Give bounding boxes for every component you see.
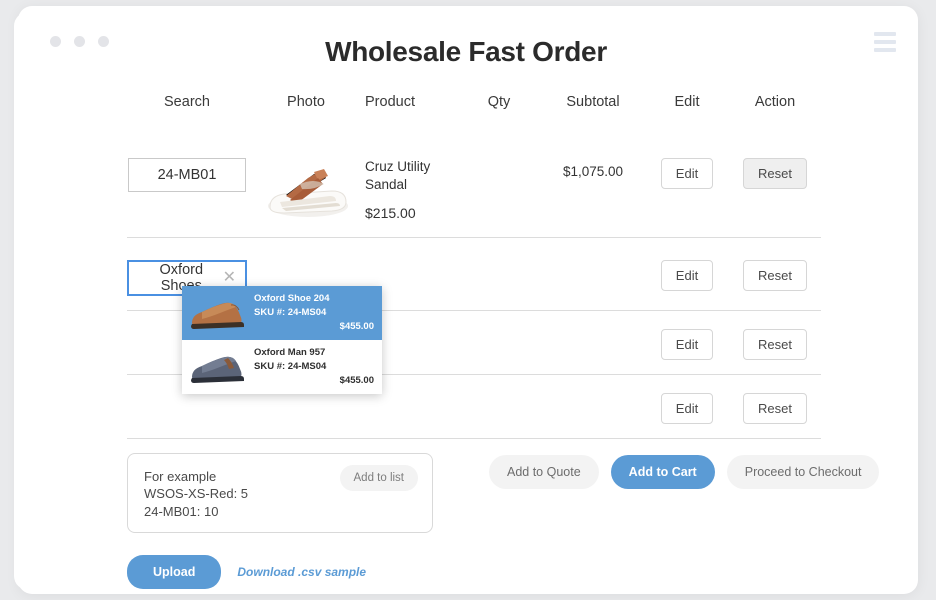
edit-cell: Edit xyxy=(645,393,729,424)
add-to-quote-button[interactable]: Add to Quote xyxy=(489,455,599,489)
product-info-cell: Cruz Utility Sandal $215.00 xyxy=(365,158,457,221)
column-header-search: Search xyxy=(164,94,210,110)
autocomplete-dropdown[interactable]: Oxford Shoe 204 SKU #: 24-MS04 $455.00 O… xyxy=(182,286,382,394)
action-cell: Reset xyxy=(729,393,821,424)
product-photo xyxy=(247,158,365,225)
column-header-product: Product xyxy=(365,94,415,110)
cart-actions: Add to Quote Add to Cart Proceed to Chec… xyxy=(489,455,880,489)
row-search-cell: 24-MB01 xyxy=(127,158,247,192)
edit-button[interactable]: Edit xyxy=(660,393,714,424)
edit-button[interactable]: Edit xyxy=(660,158,714,189)
edit-button[interactable]: Edit xyxy=(660,329,714,360)
option-info: Oxford Man 957 SKU #: 24-MS04 $455.00 xyxy=(250,347,374,386)
edit-cell: Edit xyxy=(645,260,729,291)
download-csv-sample-link[interactable]: Download .csv sample xyxy=(237,565,366,579)
table-row: 24-MB01 Cruz Utility Sandal $215.00 $1,0… xyxy=(127,138,821,238)
bulk-entry-box[interactable]: For example WSOS-XS-Red: 5 24-MB01: 10 A… xyxy=(127,453,433,533)
product-name: Cruz Utility Sandal xyxy=(365,159,431,193)
option-price: $455.00 xyxy=(339,321,374,333)
row-subtotal xyxy=(541,260,645,266)
edit-cell: Edit xyxy=(645,158,729,189)
row-subtotal xyxy=(541,329,645,335)
search-input-value: 24-MB01 xyxy=(157,167,217,183)
app-page: Wholesale Fast Order Search Photo Produc… xyxy=(0,0,936,600)
search-input[interactable]: 24-MB01 xyxy=(128,158,246,192)
option-name: Oxford Shoe 204 xyxy=(254,293,330,304)
action-cell: Reset xyxy=(729,329,821,360)
sandal-photo-icon xyxy=(268,169,348,217)
option-thumbnail xyxy=(188,347,250,387)
option-name: Oxford Man 957 xyxy=(254,347,326,358)
reset-button[interactable]: Reset xyxy=(743,329,807,360)
column-header-qty: Qty xyxy=(487,94,511,110)
autocomplete-option[interactable]: Oxford Shoe 204 SKU #: 24-MS04 $455.00 xyxy=(182,286,382,340)
upload-row: Upload Download .csv sample xyxy=(127,555,366,589)
option-sku: SKU #: 24-MS04 xyxy=(254,306,327,318)
brown-oxford-shoe-icon xyxy=(191,302,244,329)
option-info: Oxford Shoe 204 SKU #: 24-MS04 $455.00 xyxy=(250,293,374,332)
proceed-to-checkout-button[interactable]: Proceed to Checkout xyxy=(726,455,880,489)
fast-order-table: Search Photo Product Qty Subtotal Edit A… xyxy=(127,94,821,439)
row-subtotal xyxy=(541,393,645,399)
edit-button[interactable]: Edit xyxy=(660,260,714,291)
close-icon[interactable]: ✕ xyxy=(223,270,236,286)
page-title: Wholesale Fast Order xyxy=(325,36,607,67)
column-header-subtotal: Subtotal xyxy=(566,94,620,110)
navy-oxford-shoe-icon xyxy=(191,356,244,383)
edit-cell: Edit xyxy=(645,329,729,360)
reset-button[interactable]: Reset xyxy=(743,260,807,291)
row-subtotal: $1,075.00 xyxy=(562,164,624,179)
option-price: $455.00 xyxy=(339,375,374,387)
product-price: $215.00 xyxy=(365,205,416,222)
column-header-photo: Photo xyxy=(287,94,325,110)
column-header-edit: Edit xyxy=(674,94,700,110)
column-header-action: Action xyxy=(754,94,796,110)
reset-button[interactable]: Reset xyxy=(743,393,807,424)
table-header-row: Search Photo Product Qty Subtotal Edit A… xyxy=(127,94,821,110)
add-to-cart-button[interactable]: Add to Cart xyxy=(610,455,715,489)
action-cell: Reset xyxy=(729,260,821,291)
option-sku: SKU #: 24-MS04 xyxy=(254,360,327,372)
option-thumbnail xyxy=(188,293,250,333)
reset-button[interactable]: Reset xyxy=(743,158,807,189)
add-to-list-button[interactable]: Add to list xyxy=(339,465,418,491)
action-cell: Reset xyxy=(729,158,821,189)
window-card: Wholesale Fast Order Search Photo Produc… xyxy=(14,12,918,590)
autocomplete-option[interactable]: Oxford Man 957 SKU #: 24-MS04 $455.00 xyxy=(182,340,382,394)
upload-button[interactable]: Upload xyxy=(127,555,222,589)
